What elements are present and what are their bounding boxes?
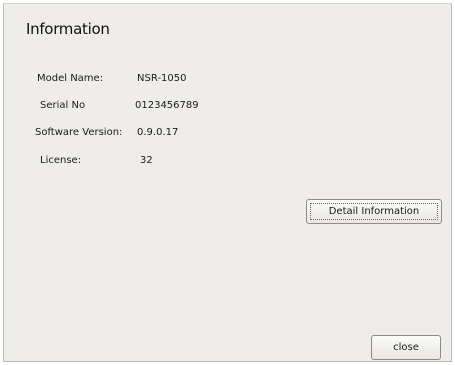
software-version-row: Software Version: 0.9.0.17 [4, 126, 453, 140]
detail-information-button[interactable]: Detail Information [306, 199, 442, 224]
information-dialog: Information Model Name: NSR-1050 Serial … [3, 3, 452, 362]
license-row: License: 32 [4, 154, 453, 168]
software-version-label: Software Version: [35, 127, 123, 138]
close-button-label: close [393, 342, 419, 353]
detail-information-button-label: Detail Information [328, 206, 420, 217]
serial-no-value: 0123456789 [135, 100, 199, 111]
serial-no-label: Serial No [40, 100, 86, 111]
serial-no-row: Serial No 0123456789 [4, 99, 453, 113]
license-value: 32 [140, 155, 153, 166]
model-name-value: NSR-1050 [137, 73, 187, 84]
dialog-title: Information [26, 20, 110, 38]
model-name-label: Model Name: [37, 73, 104, 84]
close-button[interactable]: close [371, 335, 441, 360]
software-version-value: 0.9.0.17 [137, 127, 179, 138]
model-name-row: Model Name: NSR-1050 [4, 72, 453, 86]
license-label: License: [40, 155, 82, 166]
